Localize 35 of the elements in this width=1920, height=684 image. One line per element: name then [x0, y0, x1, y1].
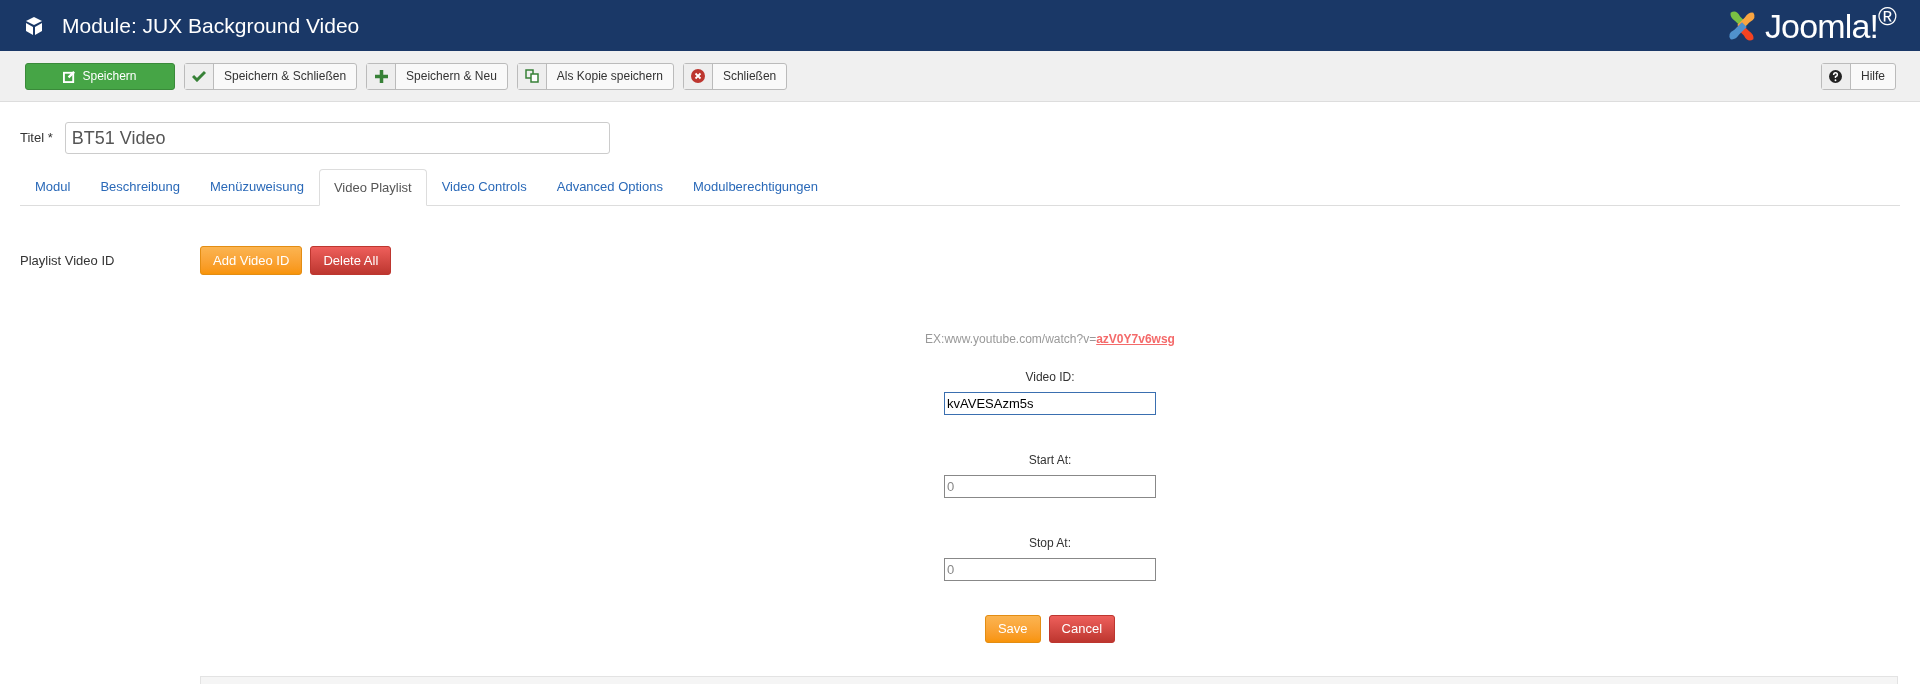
page-title: Module: JUX Background Video — [62, 12, 360, 39]
title-label: Titel * — [20, 129, 53, 148]
field-label: Start At: — [1028, 452, 1072, 469]
cancel-button[interactable]: Cancel — [1048, 615, 1116, 643]
tab[interactable]: Modul — [20, 169, 86, 205]
help-icon — [1829, 69, 1843, 83]
plus-icon — [374, 69, 388, 83]
cancel-icon — [690, 69, 705, 83]
field-label: Stop At: — [1029, 535, 1071, 552]
toolbar-button[interactable]: Speichern & Schließen — [184, 62, 358, 90]
tab[interactable]: Advanced Options — [541, 169, 678, 205]
input-field[interactable]: 0 — [944, 558, 1156, 581]
field-label: Video ID: — [1025, 369, 1075, 386]
toolbar-button[interactable]: Als Kopie speichern — [516, 62, 674, 90]
playlist-label: Playlist Video ID — [20, 251, 116, 270]
toolbar-button[interactable]: Speichern — [25, 62, 175, 90]
tab[interactable]: Menüzuweisung — [194, 169, 319, 205]
example-hint: EX:www.youtube.com/watch?v=azV0Y7v6wsg — [925, 331, 1175, 348]
delete-all-button[interactable]: Delete All — [310, 246, 392, 275]
tab[interactable]: Modulberechtigungen — [677, 169, 833, 205]
title-input[interactable]: BT51 Video — [64, 122, 610, 154]
logo-text: Joomla!$^{®}$ — [1764, 8, 1896, 43]
input-field[interactable]: kvAVESAzm5s — [944, 392, 1156, 415]
copy-icon — [524, 69, 539, 83]
tab[interactable]: Video Playlist — [318, 169, 427, 206]
tab[interactable]: Video Controls — [426, 169, 542, 205]
edit-icon — [63, 69, 77, 83]
example-link[interactable]: azV0Y7v6wsg — [1096, 332, 1175, 346]
cube-icon — [24, 15, 44, 36]
input-field[interactable]: 0 — [944, 475, 1156, 498]
help-button[interactable]: Hilfe — [1821, 62, 1896, 90]
toolbar-button[interactable]: Speichern & Neu — [366, 62, 508, 90]
toolbar-button[interactable]: Schließen — [682, 62, 788, 90]
tab[interactable]: Beschreibung — [85, 169, 195, 205]
check-icon — [192, 70, 206, 82]
